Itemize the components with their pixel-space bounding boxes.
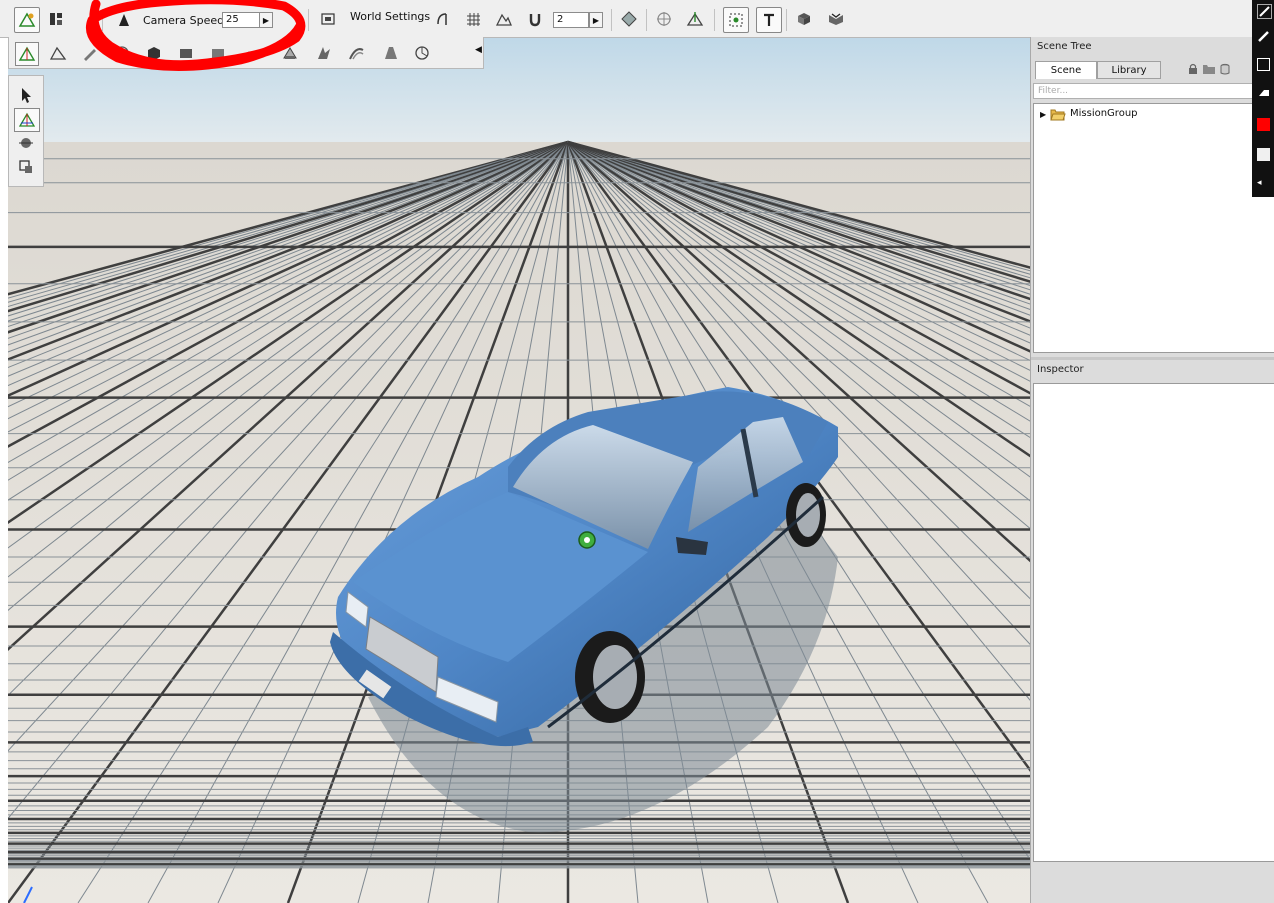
select-arrow-icon[interactable] bbox=[14, 84, 38, 106]
left-edge-strip bbox=[0, 37, 8, 903]
main-toolbar: Camera Speed 25 ▶ World Settings 2 ▶ bbox=[0, 0, 1252, 38]
brush-icon[interactable] bbox=[1257, 30, 1270, 43]
tree-item-missiongroup[interactable]: MissionGroup bbox=[1070, 108, 1138, 119]
folder-icon[interactable] bbox=[1202, 63, 1216, 78]
camera-bookmark-icon[interactable] bbox=[316, 7, 340, 31]
scale-gizmo-icon[interactable] bbox=[14, 156, 38, 178]
world-settings-label[interactable]: World Settings bbox=[350, 10, 430, 23]
material-editor-icon[interactable] bbox=[111, 42, 133, 64]
mesh-road-editor-icon[interactable] bbox=[313, 42, 335, 64]
terrain-editor-icon[interactable] bbox=[47, 42, 69, 64]
render-mode-icon[interactable] bbox=[617, 7, 641, 31]
scene-tree-list: ▶ MissionGroup bbox=[1033, 103, 1274, 353]
tab-library[interactable]: Library bbox=[1097, 61, 1161, 79]
editor-tools-toolbar: ◀ bbox=[8, 37, 484, 69]
forest-editor-icon[interactable] bbox=[279, 42, 301, 64]
river-editor-icon[interactable] bbox=[345, 42, 367, 64]
navmesh-editor-icon[interactable] bbox=[411, 42, 433, 64]
grid-snap-icon[interactable] bbox=[461, 7, 485, 31]
right-side-panel: Scene Tree Scene Library Filter... ▶ Mis… bbox=[1030, 37, 1274, 903]
object-transform-icon[interactable] bbox=[683, 7, 707, 31]
particle-editor-icon[interactable] bbox=[239, 42, 261, 64]
sketch-tool-icon[interactable] bbox=[143, 42, 165, 64]
camera-speed-input[interactable]: 25 bbox=[222, 12, 260, 28]
rectangle-icon[interactable] bbox=[1257, 58, 1270, 71]
camera-icon[interactable] bbox=[112, 7, 136, 31]
drop-at-ground-icon[interactable] bbox=[824, 7, 848, 31]
magnet-icon[interactable] bbox=[523, 7, 547, 31]
drop-at-camera-icon[interactable] bbox=[792, 7, 816, 31]
scene-tree-title: Scene Tree bbox=[1037, 41, 1092, 52]
layout-icon[interactable] bbox=[44, 7, 68, 31]
inspector-title: Inspector bbox=[1037, 364, 1084, 375]
selection-mode-icon[interactable] bbox=[723, 7, 749, 33]
terrain-painter-icon[interactable] bbox=[79, 42, 101, 64]
object-gizmo-icon[interactable] bbox=[578, 531, 596, 549]
snap-size-increment-button[interactable]: ▶ bbox=[589, 12, 603, 28]
viewport-scene bbox=[8, 37, 1030, 903]
decal-editor-icon[interactable] bbox=[175, 42, 197, 64]
collapse-toolbar-icon[interactable]: ◀ bbox=[475, 45, 482, 55]
object-tool-icon[interactable] bbox=[15, 42, 39, 66]
color-swatch-red[interactable] bbox=[1257, 118, 1270, 131]
lock-icon[interactable] bbox=[1187, 63, 1199, 78]
terrain-snap-icon[interactable] bbox=[492, 7, 516, 31]
color-swatch-white[interactable] bbox=[1257, 148, 1270, 161]
database-icon[interactable] bbox=[1219, 63, 1231, 78]
eraser-icon[interactable] bbox=[1257, 86, 1270, 99]
move-gizmo-icon[interactable] bbox=[14, 108, 40, 132]
expand-arrow-icon[interactable]: ▶ bbox=[1040, 110, 1046, 119]
text-tool-icon[interactable] bbox=[756, 7, 782, 33]
snap-size-input[interactable]: 2 bbox=[553, 12, 589, 28]
pencil-icon[interactable] bbox=[1257, 4, 1272, 19]
3d-viewport[interactable] bbox=[8, 37, 1030, 903]
object-editor-icon[interactable] bbox=[14, 7, 40, 33]
back-arrow-icon[interactable]: ◂ bbox=[1257, 178, 1270, 191]
road-editor-icon[interactable] bbox=[379, 42, 401, 64]
camera-speed-label: Camera Speed bbox=[143, 14, 225, 27]
center-object-icon[interactable] bbox=[652, 7, 676, 31]
gizmo-toolbar bbox=[8, 75, 44, 187]
panel-splitter[interactable] bbox=[1031, 357, 1274, 360]
camera-speed-increment-button[interactable]: ▶ bbox=[259, 12, 273, 28]
filter-input[interactable]: Filter... bbox=[1033, 83, 1274, 99]
snap-rotation-icon[interactable] bbox=[431, 7, 455, 31]
inspector-panel bbox=[1033, 383, 1274, 862]
folder-open-icon bbox=[1050, 108, 1066, 124]
datablock-editor-icon[interactable] bbox=[207, 42, 229, 64]
rotate-gizmo-icon[interactable] bbox=[14, 132, 38, 154]
tool-palette-strip: ◂ bbox=[1252, 0, 1274, 197]
tab-scene[interactable]: Scene bbox=[1035, 61, 1097, 79]
